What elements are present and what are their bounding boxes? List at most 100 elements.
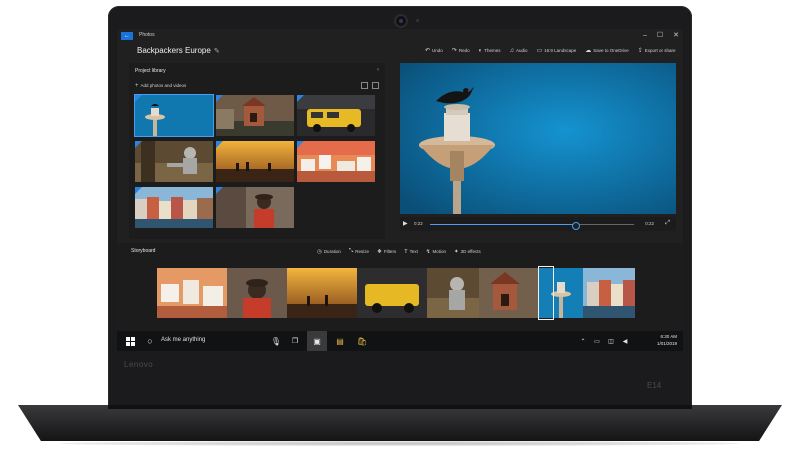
app-name: Photos bbox=[139, 32, 155, 38]
windows-logo-icon bbox=[125, 336, 135, 346]
file-explorer-icon[interactable]: ▤ bbox=[331, 331, 349, 351]
clock-icon: ◷ bbox=[317, 248, 322, 255]
library-thumbnail[interactable] bbox=[134, 94, 214, 137]
seek-progress bbox=[430, 224, 575, 225]
filters-button[interactable]: ❖ Filters bbox=[377, 248, 396, 255]
storyboard-title: Storyboard bbox=[131, 248, 156, 254]
library-title: Project library bbox=[135, 68, 166, 74]
audio-button[interactable]: ♫ Audio bbox=[509, 48, 527, 54]
screen: ← Photos – ☐ ✕ Backpackers Europe ✎ ↶ Undo… bbox=[117, 29, 683, 351]
text-icon: T bbox=[404, 248, 408, 255]
undo-icon: ↶ bbox=[425, 48, 431, 54]
library-thumbnail[interactable] bbox=[135, 141, 213, 182]
library-view-toggle[interactable] bbox=[361, 82, 379, 89]
list-view-icon[interactable] bbox=[372, 82, 379, 89]
aspect-ratio-icon: ▭ bbox=[536, 48, 543, 54]
maximize-button[interactable]: ☐ bbox=[657, 31, 663, 40]
storyboard-strip[interactable] bbox=[157, 268, 635, 318]
corner-badge bbox=[135, 141, 142, 148]
collapse-library-button[interactable]: ‹ bbox=[377, 67, 379, 73]
microphone-icon[interactable]: 🎙 bbox=[269, 331, 283, 351]
end-time: 0:22 bbox=[645, 221, 654, 226]
pencil-icon[interactable]: ✎ bbox=[214, 47, 220, 55]
play-icon[interactable]: ▶ bbox=[403, 220, 408, 227]
aspect-ratio-button[interactable]: ▭ 16:9 Landscape bbox=[537, 47, 577, 54]
corner-badge bbox=[297, 95, 304, 102]
video-preview[interactable] bbox=[400, 63, 676, 214]
grid-view-icon[interactable] bbox=[361, 82, 368, 89]
duration-button[interactable]: ◷ Duration bbox=[317, 248, 341, 255]
add-media-button[interactable]: + Add photos and videos bbox=[135, 83, 186, 89]
resize-button[interactable]: ⤡ Resize bbox=[349, 248, 369, 255]
clock-time: 6:30 AM bbox=[660, 334, 677, 339]
laptop-hinge bbox=[108, 405, 692, 409]
3d-effects-icon: ✦ bbox=[453, 248, 459, 255]
back-button[interactable]: ← bbox=[121, 32, 133, 40]
playback-bar: ▶ 0:22 0:22 ⤢ bbox=[400, 217, 676, 231]
motion-icon: ↯ bbox=[425, 248, 431, 255]
text-button[interactable]: T Text bbox=[404, 248, 418, 255]
selected-clip-frame[interactable] bbox=[538, 266, 554, 320]
3d-effects-button[interactable]: ✦ 3D effects bbox=[454, 248, 481, 255]
start-button[interactable] bbox=[121, 331, 139, 351]
library-thumbnail[interactable] bbox=[216, 187, 294, 228]
audio-icon: ♫ bbox=[509, 47, 514, 54]
project-title-text: Backpackers Europe bbox=[137, 46, 211, 55]
library-thumbnail[interactable] bbox=[297, 95, 375, 136]
filters-icon: ❖ bbox=[377, 248, 382, 255]
corner-badge bbox=[297, 141, 304, 148]
volume-icon[interactable]: ◀ bbox=[619, 331, 631, 351]
battery-icon[interactable]: ▭ bbox=[591, 331, 603, 351]
webcam-led bbox=[416, 19, 419, 22]
photos-taskbar-icon[interactable]: ▣ bbox=[307, 331, 327, 351]
title-bar: ← Photos – ☐ ✕ bbox=[117, 29, 683, 43]
laptop-base bbox=[18, 405, 782, 441]
laptop-shadow bbox=[60, 441, 740, 446]
storyboard-toolbar: ◷ Duration ⤡ Resize ❖ Filters T Text ↯ Motion… bbox=[317, 248, 481, 255]
storyboard-panel: Storyboard ◷ Duration ⤡ Resize ❖ Filters TT… bbox=[117, 243, 683, 331]
themes-icon: ◐ bbox=[478, 47, 483, 54]
export-icon: ⇪ bbox=[637, 48, 643, 54]
fullscreen-icon[interactable]: ⤢ bbox=[665, 220, 670, 227]
search-box[interactable]: Ask me anything bbox=[161, 337, 205, 343]
webcam bbox=[396, 16, 406, 26]
library-thumbnail[interactable] bbox=[216, 141, 294, 182]
window-controls: – ☐ ✕ bbox=[643, 31, 679, 40]
minimize-button[interactable]: – bbox=[643, 31, 647, 40]
clock-date: 1/01/2019 bbox=[656, 341, 677, 346]
save-onedrive-button[interactable]: ☁ Save to OneDrive bbox=[585, 47, 629, 54]
library-thumbnail[interactable] bbox=[216, 95, 294, 136]
network-icon[interactable]: ◫ bbox=[605, 331, 617, 351]
command-bar: ↶ Undo ↷ Redo ◐ Themes ♫ Audio ▭ 16:9 Landsca… bbox=[425, 47, 683, 55]
close-button[interactable]: ✕ bbox=[673, 31, 679, 40]
taskbar: ○ Ask me anything 🎙 ❐ ▣ ▤ 🛍 ⌃ ▭ ◫ ◀ 6:30… bbox=[117, 331, 683, 351]
project-title[interactable]: Backpackers Europe ✎ bbox=[137, 46, 220, 55]
seek-track[interactable] bbox=[430, 221, 634, 230]
corner-badge bbox=[216, 95, 223, 102]
library-thumbnail[interactable] bbox=[297, 141, 375, 182]
store-icon[interactable]: 🛍 bbox=[353, 331, 371, 351]
plus-icon: + bbox=[135, 83, 139, 89]
undo-button[interactable]: ↶ Undo bbox=[425, 47, 443, 54]
themes-button[interactable]: ◐ Themes bbox=[479, 48, 501, 54]
seek-handle[interactable] bbox=[571, 221, 580, 230]
library-grid bbox=[134, 94, 379, 228]
clock[interactable]: 6:30 AM 1/01/2019 bbox=[657, 333, 677, 347]
task-view-icon[interactable]: ❐ bbox=[287, 331, 303, 351]
bezel-logo: Lenovo bbox=[124, 360, 154, 369]
redo-button[interactable]: ↷ Redo bbox=[452, 47, 470, 54]
export-button[interactable]: ⇪ Export or share bbox=[638, 47, 676, 54]
library-thumbnail[interactable] bbox=[135, 187, 213, 228]
corner-badge bbox=[216, 187, 223, 194]
chevron-up-icon[interactable]: ⌃ bbox=[577, 331, 589, 351]
motion-button[interactable]: ↯ Motion bbox=[426, 248, 446, 255]
project-library: Project library ‹ + Add photos and videos bbox=[129, 63, 385, 239]
model-badge: E14 bbox=[647, 381, 662, 390]
selected-corner bbox=[135, 95, 142, 102]
resize-icon: ⤡ bbox=[348, 248, 354, 254]
corner-badge bbox=[216, 141, 223, 148]
cloud-icon: ☁ bbox=[585, 48, 592, 54]
cortana-icon[interactable]: ○ bbox=[143, 331, 157, 351]
redo-icon: ↷ bbox=[451, 48, 457, 54]
corner-badge bbox=[135, 187, 142, 194]
